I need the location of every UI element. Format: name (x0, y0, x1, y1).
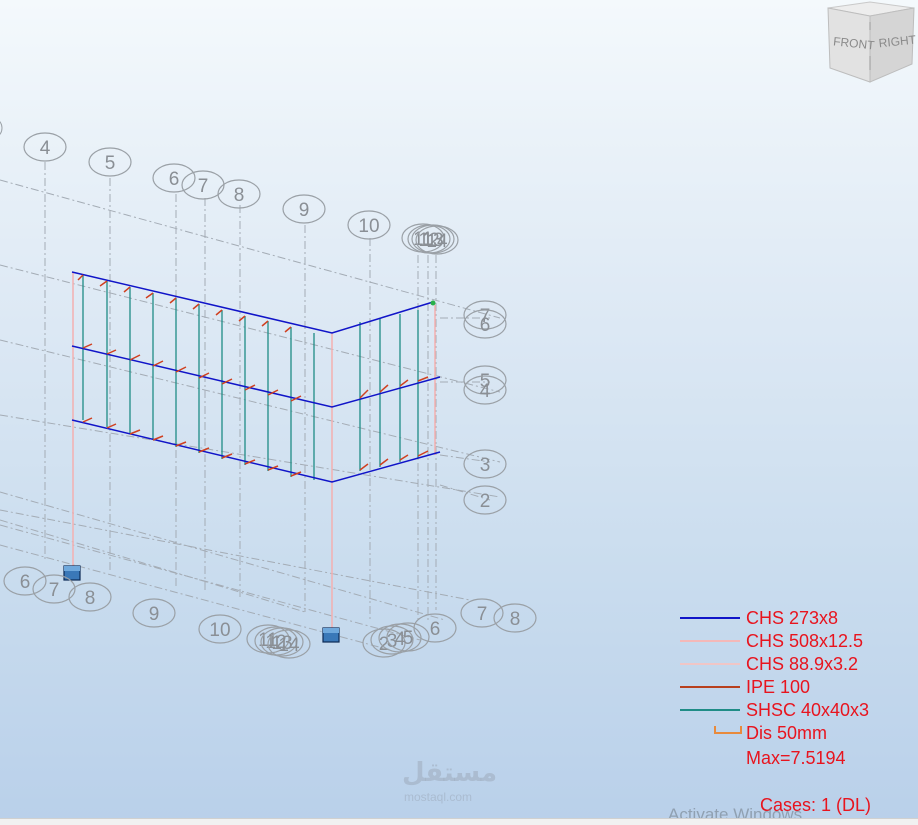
displacement-symbol-icon (714, 726, 742, 734)
horizontal-beams[interactable] (71, 271, 441, 483)
grid-axis-bubble: 8 (493, 603, 537, 633)
legend-item-displacement: Dis 50mm (678, 722, 910, 745)
view-cube[interactable]: FRONT RIGHT (822, 0, 918, 86)
legend-label: IPE 100 (746, 677, 811, 697)
grid-axis-bubble: 10 (347, 210, 391, 240)
grid-axis-bubble-clipped (0, 120, 3, 136)
max-displacement: Max=7.5194 (746, 748, 846, 768)
section-legend: CHS 273x8 CHS 508x12.5 CHS 88.9x3.2 IPE … (678, 607, 910, 768)
grid-axis-label: 7 (198, 176, 209, 197)
grid-axis-label: 4 (480, 381, 491, 402)
legend-item: CHS 273x8 (678, 607, 910, 630)
grid-axis-bubble: 5 (88, 147, 132, 177)
grid-axis-label: 7 (477, 604, 488, 625)
grid-axis-bubble: 2 (463, 485, 507, 515)
legend-label: CHS 508x12.5 (746, 631, 864, 651)
grid-axis-label: 10 (358, 216, 379, 237)
vertical-members[interactable] (82, 275, 419, 480)
grid-axis-label: 7 (49, 580, 60, 601)
displacement-label: Dis 50mm (746, 723, 828, 743)
grid-axis-bubble: 6 (463, 309, 507, 339)
grid-axis-label: 6 (169, 169, 180, 190)
grid-axis-label: 8 (510, 609, 521, 630)
grid-axis-bubble: 3 (463, 449, 507, 479)
site-watermark-sub: mostaql.com (404, 790, 473, 804)
node-marker[interactable] (430, 300, 436, 306)
legend-item: SHSC 40x40x3 (678, 699, 910, 722)
grid-axis-label: 2 (480, 491, 491, 512)
grid-axis-label: 14 (278, 635, 300, 656)
grid-axis-bubble: 4 (23, 132, 67, 162)
grid-axis-label: 8 (234, 185, 245, 206)
grid-axis-bubble: 10 (198, 614, 242, 644)
grid-axis-bubble: 8 (217, 179, 261, 209)
legend-swatch (680, 663, 740, 665)
grid-axis-label: 8 (85, 588, 96, 609)
legend-item: CHS 508x12.5 (678, 630, 910, 653)
grid-axis-bubble: 9 (282, 194, 326, 224)
grid-axis-bubble: 6 (413, 613, 457, 643)
grid-axis-label: 10 (209, 620, 230, 641)
legend-swatch (680, 617, 740, 619)
legend-item: CHS 88.9x3.2 (678, 653, 910, 676)
grid-axis-label: 3 (480, 455, 491, 476)
grid-axis-label: 6 (430, 619, 441, 640)
grid-axis-label: 6 (480, 315, 491, 336)
support-center[interactable] (322, 627, 340, 643)
legend-swatch (680, 640, 740, 642)
legend-label: CHS 88.9x3.2 (746, 654, 859, 674)
grid-axis-bubble: 6 (152, 163, 196, 193)
grid-axis-label: 9 (149, 604, 160, 625)
grid-axis-label: 5 (403, 628, 414, 649)
legend-swatch (680, 709, 740, 711)
grid-axis-bubble: 8 (68, 582, 112, 612)
grid-axis-label: 6 (20, 572, 31, 593)
grid-axis-label: 5 (105, 153, 116, 174)
grid-axis-label: 14 (426, 231, 448, 252)
legend-item: IPE 100 (678, 676, 910, 699)
grid-axis-bubble: 9 (132, 598, 176, 628)
legend-swatch (680, 686, 740, 688)
legend-label: CHS 273x8 (746, 608, 839, 628)
legend-label: SHSC 40x40x3 (746, 700, 870, 720)
grid-axis-label: 4 (40, 138, 51, 159)
site-watermark: مستقل (402, 758, 498, 788)
grid-axis-bubble: 7 (460, 598, 504, 628)
grid-axis-bubble: 6 (3, 566, 47, 596)
grid-axis-label: 9 (299, 200, 310, 221)
